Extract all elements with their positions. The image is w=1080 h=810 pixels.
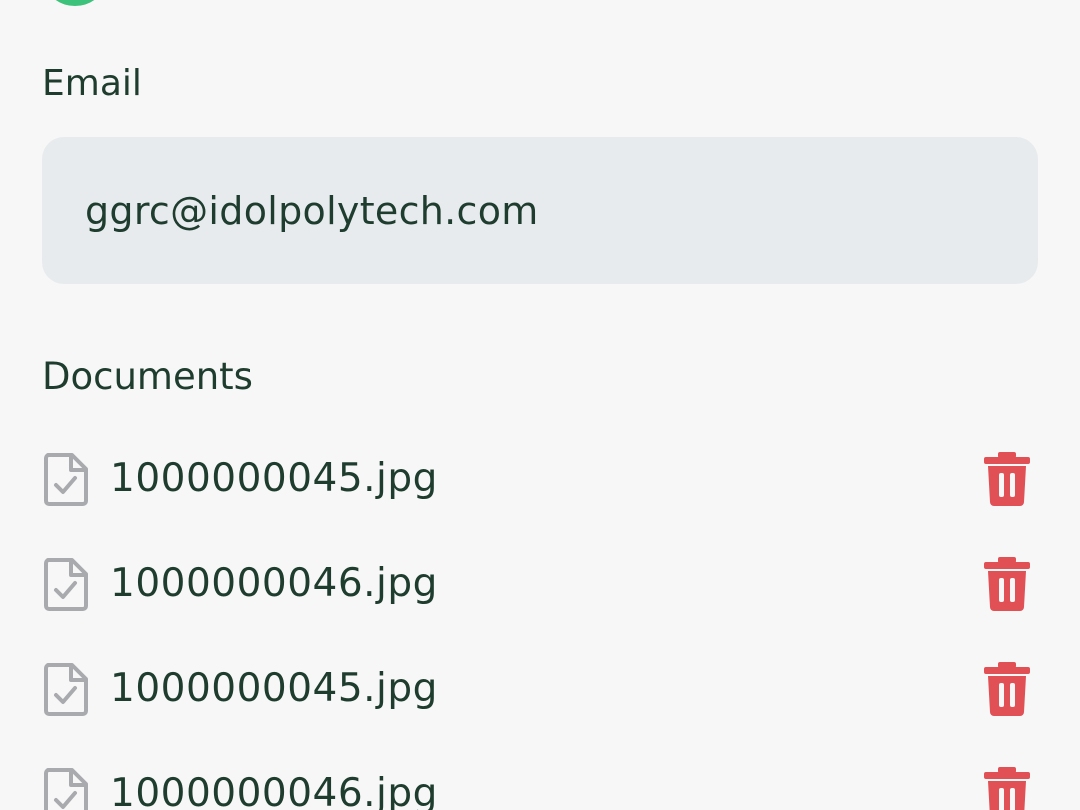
status-indicator xyxy=(48,0,102,6)
document-name: 1000000045.jpg xyxy=(110,666,438,711)
trash-icon xyxy=(984,662,1030,716)
trash-icon xyxy=(984,767,1030,810)
document-name: 1000000046.jpg xyxy=(110,561,438,606)
file-check-icon xyxy=(44,558,88,611)
delete-document-button[interactable] xyxy=(980,555,1034,613)
document-row: 1000000045.jpg xyxy=(0,428,1080,533)
documents-label: Documents xyxy=(42,355,253,398)
email-field[interactable]: ggrc@idolpolytech.com xyxy=(42,137,1038,284)
file-check-icon xyxy=(44,663,88,716)
delete-document-button[interactable] xyxy=(980,660,1034,718)
document-row: 1000000046.jpg xyxy=(0,533,1080,638)
document-name: 1000000046.jpg xyxy=(110,771,438,810)
document-details-screen: Email ggrc@idolpolytech.com Documents 10… xyxy=(0,0,1080,810)
document-name: 1000000045.jpg xyxy=(110,456,438,501)
trash-icon xyxy=(984,452,1030,506)
delete-document-button[interactable] xyxy=(980,765,1034,810)
email-value: ggrc@idolpolytech.com xyxy=(85,188,539,233)
trash-icon xyxy=(984,557,1030,611)
documents-list: 1000000045.jpg 1000000046.jpg 1000000045… xyxy=(0,428,1080,810)
email-label: Email xyxy=(42,63,142,104)
delete-document-button[interactable] xyxy=(980,450,1034,508)
file-check-icon xyxy=(44,768,88,810)
document-row: 1000000046.jpg xyxy=(0,743,1080,810)
document-row: 1000000045.jpg xyxy=(0,638,1080,743)
file-check-icon xyxy=(44,453,88,506)
